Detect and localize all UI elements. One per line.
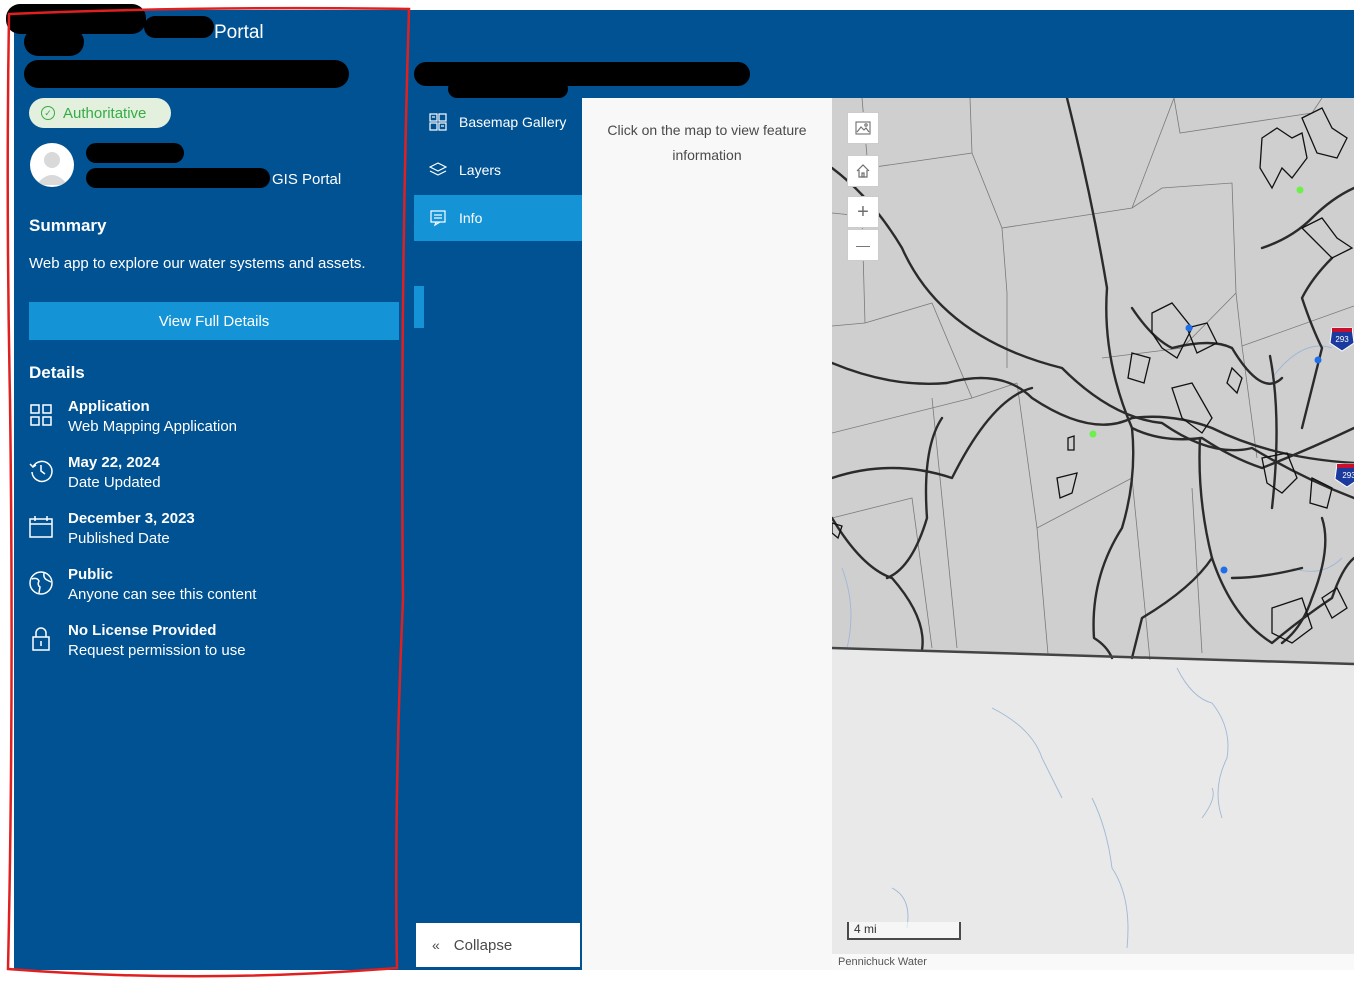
redacted-owner-name [86,143,184,163]
svg-text:293: 293 [1335,335,1349,344]
check-circle-icon: ✓ [41,106,55,120]
nav-item-label: Basemap Gallery [459,114,567,130]
home-icon [856,164,870,178]
portal-title: Portal [214,22,264,43]
grid-icon [30,404,52,426]
authoritative-badge: ✓ Authoritative [29,98,171,128]
detail-subtitle: Date Updated [68,474,161,491]
redacted-owner-org [86,168,270,188]
redacted-block [24,28,84,56]
nav-item-label: Layers [459,162,502,178]
svg-text:293: 293 [1342,471,1354,480]
collapse-button[interactable]: « Collapse [416,923,580,967]
app-header [414,10,1354,98]
zoom-in-button[interactable]: + [847,196,879,228]
nav-item-layers[interactable]: Layers [414,147,582,193]
app-info-panel: Portal ✓ Authoritative GIS Portal Summar… [6,4,414,970]
user-icon [36,152,68,185]
nav-item-basemap-gallery[interactable]: Basemap Gallery [414,99,582,145]
detail-title: May 22, 2024 [68,454,160,471]
map-view[interactable]: 293 293 + — 4 mi Pennichuck Water [832,98,1354,970]
redacted-app-title [24,60,349,88]
detail-title: Public [68,566,114,583]
nav-item-label: Info [459,210,483,226]
image-icon [855,121,871,135]
scale-label: 4 mi [854,922,877,936]
nav-active-indicator [414,286,424,328]
zoom-in-icon: + [857,200,869,223]
detail-item-published: December 3, 2023 Published Date [28,510,398,554]
redacted-block [448,80,568,98]
redacted-block [144,16,214,38]
detail-item-type: Application Web Mapping Application [28,398,398,442]
widget-nav-panel: Basemap Gallery Layers Info « Collapse [414,98,582,970]
lock-icon [32,627,50,651]
owner-org-label[interactable]: GIS Portal [272,171,341,188]
view-full-details-button[interactable]: View Full Details [29,302,399,340]
detail-item-sharing: Public Anyone can see this content [28,566,398,610]
badge-label: Authoritative [63,104,147,122]
detail-subtitle: Request permission to use [68,642,246,659]
zoom-out-button[interactable]: — [847,229,879,261]
detail-title: December 3, 2023 [68,510,195,527]
detail-subtitle: Anyone can see this content [68,586,257,603]
calendar-icon [29,516,53,538]
map-attribution[interactable]: Pennichuck Water [832,954,1354,970]
info-icon [430,210,446,227]
chevrons-left-icon: « [432,937,440,953]
globe-icon [29,571,53,595]
feature-info-message: Click on the map to view feature informa… [607,122,807,163]
zoom-out-icon: — [856,237,870,253]
owner-avatar[interactable] [30,143,74,187]
app-root: Portal ✓ Authoritative GIS Portal Summar… [0,0,1354,990]
detail-subtitle: Published Date [68,530,170,547]
detail-item-license: No License Provided Request permission t… [28,622,398,666]
nav-item-info[interactable]: Info [414,195,582,241]
detail-subtitle: Web Mapping Application [68,418,237,435]
layers-icon [429,162,447,176]
basemap-gallery-icon [429,113,447,131]
map-canvas[interactable]: 293 293 [832,98,1354,970]
summary-heading: Summary [29,216,107,235]
collapse-label: Collapse [453,936,513,954]
detail-title: No License Provided [68,622,217,639]
scale-bar: 4 mi [847,922,961,940]
detail-item-updated: May 22, 2024 Date Updated [28,454,398,498]
basemap-toggle-button[interactable] [847,112,879,144]
detail-title: Application [68,398,150,415]
details-heading: Details [29,363,85,382]
clock-history-icon [29,460,53,483]
home-button[interactable] [847,155,879,187]
feature-info-panel: Click on the map to view feature informa… [582,98,832,970]
summary-text: Web app to explore our water systems and… [29,255,366,272]
